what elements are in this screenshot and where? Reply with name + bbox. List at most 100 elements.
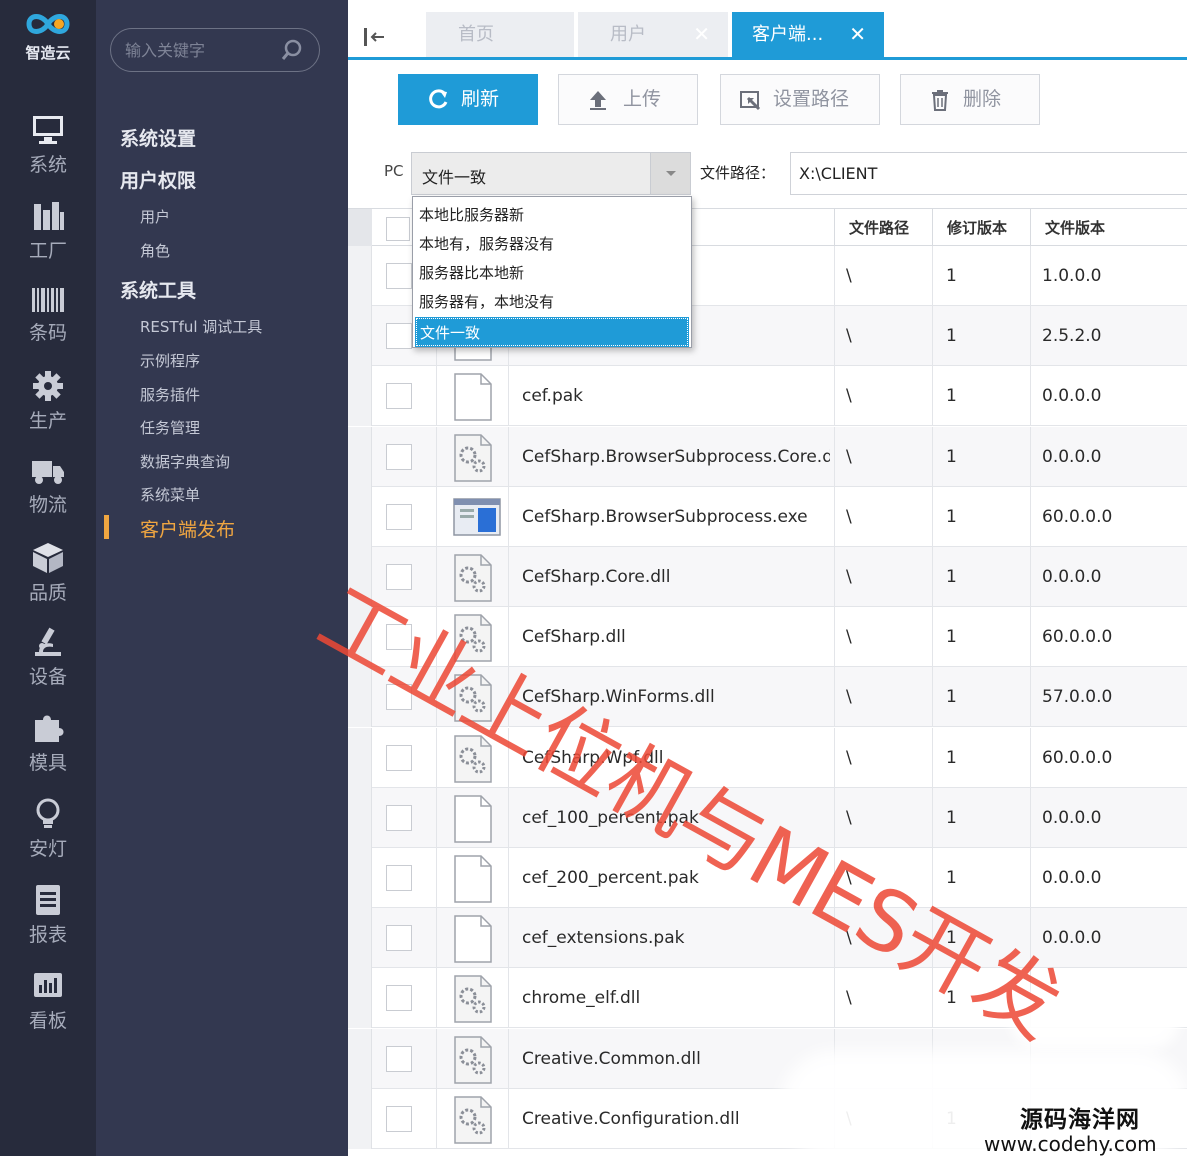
tab-home[interactable]: 首页 xyxy=(426,12,574,57)
table-row[interactable]: CefSharp.dll \ 1 60.0.0.0 xyxy=(348,607,1187,668)
rail-item-report[interactable]: 报表 xyxy=(0,884,96,964)
factory-icon xyxy=(34,202,64,230)
delete-button[interactable]: 删除 xyxy=(900,74,1040,125)
rail-item-logistics[interactable]: 物流 xyxy=(0,456,96,536)
rail-label: 品质 xyxy=(28,582,67,604)
menu-group-user-rights[interactable]: 用户权限 xyxy=(120,166,196,193)
rail-label: 工厂 xyxy=(28,240,67,262)
row-checkbox[interactable] xyxy=(386,1105,412,1132)
column-divider xyxy=(1030,667,1031,728)
rail-item-mold[interactable]: 模具 xyxy=(0,712,96,792)
table-row[interactable]: CefSharp.WinForms.dll \ 1 57.0.0.0 xyxy=(348,667,1187,728)
watermark-smudge xyxy=(1010,990,1180,1050)
select-arrow[interactable] xyxy=(650,153,690,194)
option-identical[interactable]: 文件一致 xyxy=(415,317,689,347)
menu-group-system-tools[interactable]: 系统工具 xyxy=(120,276,196,303)
table-row[interactable]: CefSharp.BrowserSubprocess.exe \ 1 60.0.0.0 xyxy=(348,486,1187,547)
upload-icon xyxy=(590,91,606,110)
table-row[interactable]: cef_extensions.pak \ 1 0.0.0.0 xyxy=(348,908,1187,969)
menu-item-plugin[interactable]: 服务插件 xyxy=(140,384,200,405)
close-icon[interactable]: ✕ xyxy=(693,12,710,57)
rail-item-system[interactable]: 系统 xyxy=(0,114,96,194)
search-icon[interactable] xyxy=(281,39,303,61)
column-divider xyxy=(834,727,835,788)
column-divider xyxy=(932,607,933,668)
rail-label: 物流 xyxy=(28,494,67,516)
column-divider xyxy=(436,968,437,1029)
row-checkbox[interactable] xyxy=(386,684,412,711)
search-input[interactable] xyxy=(125,38,275,62)
row-checkbox[interactable] xyxy=(386,865,412,891)
row-gutter xyxy=(348,607,372,668)
menu-item-sample[interactable]: 示例程序 xyxy=(140,350,200,371)
option-server-only[interactable]: 服务器有，本地没有 xyxy=(416,288,688,316)
collapse-sidebar-icon[interactable] xyxy=(362,26,386,48)
row-checkbox[interactable] xyxy=(386,925,412,952)
header-revision[interactable]: 修订版本 xyxy=(932,209,1030,247)
row-checkbox[interactable] xyxy=(386,804,412,831)
compare-mode-select[interactable]: 文件一致 xyxy=(411,152,691,195)
column-divider xyxy=(1030,727,1031,788)
refresh-button[interactable]: 刷新 xyxy=(398,74,538,125)
menu-item-user[interactable]: 用户 xyxy=(140,206,170,227)
row-checkbox[interactable] xyxy=(386,323,412,350)
set-path-button[interactable]: 设置路径 xyxy=(720,74,880,125)
column-divider xyxy=(1030,547,1031,607)
header-file-version[interactable]: 文件版本 xyxy=(1030,209,1187,247)
select-all-checkbox[interactable] xyxy=(386,217,410,241)
cell-revision: 1 xyxy=(946,627,957,648)
tab-client-release[interactable]: 客户端... ✕ xyxy=(732,12,884,57)
rail-item-dashboard[interactable]: 看板 xyxy=(0,970,96,1050)
rail-item-andon[interactable]: 安灯 xyxy=(0,798,96,878)
report-icon xyxy=(36,885,60,915)
column-divider xyxy=(508,968,509,1029)
tab-label: 首页 xyxy=(458,24,494,45)
rail-item-equipment[interactable]: 设备 xyxy=(0,626,96,706)
rail-label: 系统 xyxy=(28,154,67,176)
rail-item-production[interactable]: 生产 xyxy=(0,370,96,450)
option-server-newer[interactable]: 服务器比本地新 xyxy=(416,259,688,287)
side-menu: 系统设置 用户权限 用户 角色 系统工具 RESTful 调试工具 示例程序 服… xyxy=(96,0,348,1156)
column-divider xyxy=(508,1088,509,1149)
option-local-newer[interactable]: 本地比服务器新 xyxy=(416,201,688,229)
menu-item-task[interactable]: 任务管理 xyxy=(140,417,200,438)
table-row[interactable]: CefSharp.Wpf.dll \ 1 60.0.0.0 xyxy=(348,727,1187,788)
header-file-path[interactable]: 文件路径 xyxy=(834,209,934,247)
rail-label: 看板 xyxy=(28,1010,67,1032)
table-row[interactable]: cef_200_percent.pak \ 1 0.0.0.0 xyxy=(348,848,1187,908)
menu-item-sysmenu[interactable]: 系统菜单 xyxy=(140,484,200,505)
table-row[interactable]: cef.pak \ 1 0.0.0.0 xyxy=(348,366,1187,427)
row-checkbox[interactable] xyxy=(386,383,412,410)
file-path-input[interactable] xyxy=(790,152,1187,195)
row-checkbox[interactable] xyxy=(386,443,412,470)
row-checkbox[interactable] xyxy=(386,1045,412,1072)
table-row[interactable]: CefSharp.BrowserSubprocess.Core.dll \ 1 0.0… xyxy=(348,426,1187,487)
row-checkbox[interactable] xyxy=(386,503,412,530)
row-checkbox[interactable] xyxy=(386,263,412,289)
row-checkbox[interactable] xyxy=(386,564,412,590)
row-checkbox[interactable] xyxy=(386,744,412,771)
column-divider xyxy=(932,787,933,848)
cell-file-version: 60.0.0.0 xyxy=(1042,747,1113,768)
table-row[interactable]: CefSharp.Core.dll \ 1 0.0.0.0 xyxy=(348,547,1187,607)
tab-users[interactable]: 用户 ✕ xyxy=(578,12,728,57)
rail-item-barcode[interactable]: 条码 xyxy=(0,286,96,366)
table-row[interactable]: cef_100_percent.pak \ 1 0.0.0.0 xyxy=(348,787,1187,848)
column-divider xyxy=(436,667,437,728)
row-gutter xyxy=(348,968,372,1029)
menu-group-system-settings[interactable]: 系统设置 xyxy=(120,124,196,151)
upload-button[interactable]: 上传 xyxy=(558,74,698,125)
row-checkbox[interactable] xyxy=(386,985,412,1012)
menu-item-role[interactable]: 角色 xyxy=(140,240,170,261)
rail-item-quality[interactable]: 品质 xyxy=(0,542,96,622)
close-icon[interactable]: ✕ xyxy=(849,12,866,57)
menu-item-dict[interactable]: 数据字典查询 xyxy=(140,451,230,472)
rail-item-factory[interactable]: 工厂 xyxy=(0,200,96,280)
cell-file-version: 0.0.0.0 xyxy=(1042,928,1102,949)
menu-item-client-release[interactable]: 客户端发布 xyxy=(140,515,235,542)
row-checkbox[interactable] xyxy=(386,624,412,651)
option-local-only[interactable]: 本地有，服务器没有 xyxy=(416,230,688,258)
delete-label: 删除 xyxy=(963,88,1002,110)
menu-item-restful[interactable]: RESTful 调试工具 xyxy=(140,316,262,337)
cell-file-path: \ xyxy=(846,567,852,587)
